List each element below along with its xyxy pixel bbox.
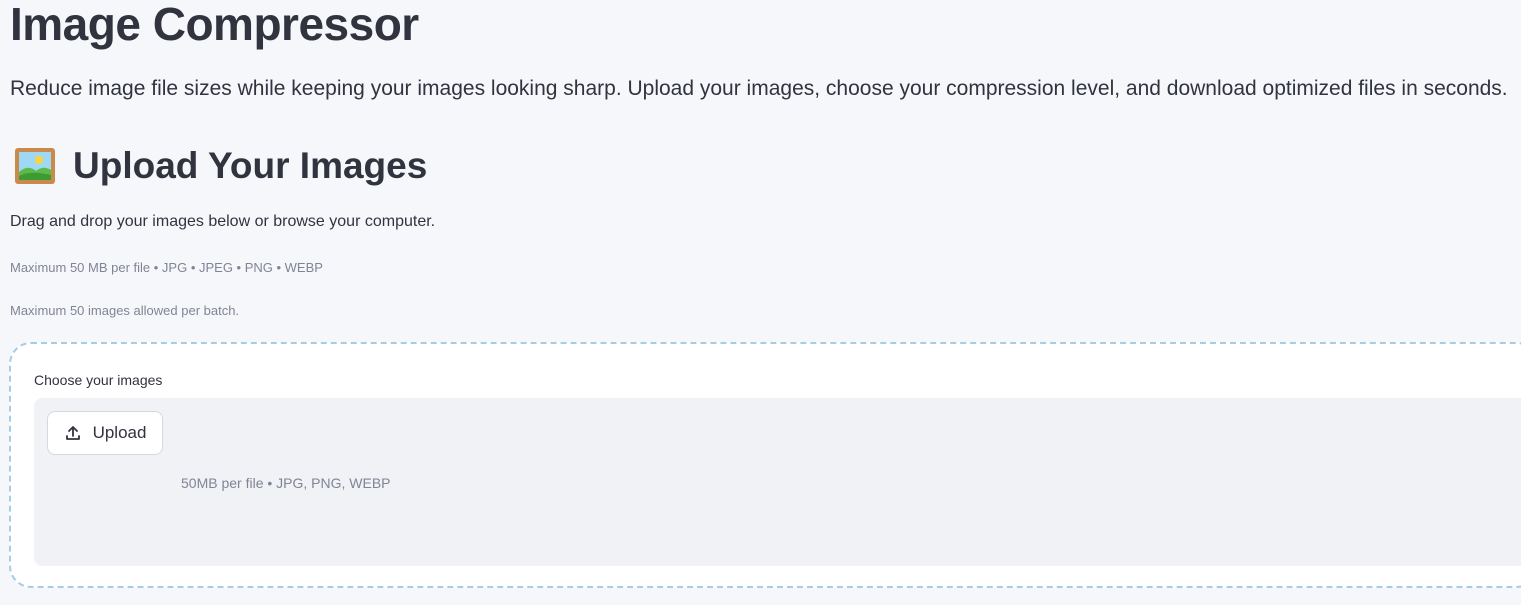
uploader-label: Choose your images	[34, 372, 163, 388]
framed-picture-icon	[14, 145, 56, 187]
upload-section-title: Upload Your Images	[73, 145, 428, 186]
dropzone-hint: 50MB per file • JPG, PNG, WEBP	[181, 475, 391, 491]
upload-button-label: Upload	[92, 423, 147, 442]
file-dropzone[interactable]: Upload 50MB per file • JPG, PNG, WEBP	[34, 398, 1521, 566]
batch-limit-caption: Maximum 50 images allowed per batch.	[10, 303, 240, 318]
file-limit-caption: Maximum 50 MB per file • JPG • JPEG • PN…	[10, 260, 323, 275]
upload-instructions: Drag and drop your images below or brows…	[10, 213, 436, 230]
upload-section-heading: Upload Your Images	[14, 142, 427, 190]
page-intro: Reduce image file sizes while keeping yo…	[10, 77, 1508, 100]
upload-button[interactable]: Upload	[47, 411, 163, 455]
upload-icon	[64, 424, 82, 442]
page-title: Image Compressor	[10, 0, 419, 50]
upload-container: Choose your images Upload 50MB per file …	[9, 342, 1521, 588]
